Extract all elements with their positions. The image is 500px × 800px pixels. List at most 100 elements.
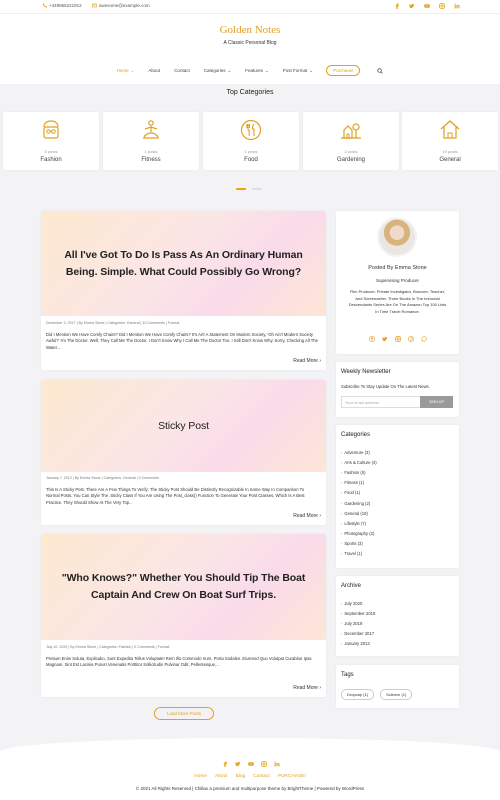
widget-title: Archive [341, 583, 362, 589]
site-tagline: A Classic Personal Blog [223, 40, 277, 46]
fashion-icon [39, 118, 63, 142]
phone-number: +449955221912 [49, 3, 82, 8]
list-item[interactable]: › Gardening (2) [341, 498, 377, 508]
list-item[interactable]: › Travel (1) [341, 549, 377, 559]
list-item[interactable]: › Photography (2) [341, 529, 377, 539]
category-count: 1 posts [144, 149, 158, 154]
nav-item-home[interactable]: Home ⌄ [110, 68, 142, 74]
post-featured-area[interactable]: Sticky Post [41, 380, 326, 472]
facebook-icon[interactable] [221, 760, 228, 767]
category-card-fashion[interactable]: 5 posts Fashion [3, 112, 99, 170]
carousel-dot[interactable] [236, 188, 246, 190]
author-bio: Film Producer, Private Investigator, Bou… [348, 289, 447, 314]
twitter-icon[interactable] [381, 335, 388, 342]
instagram-icon[interactable] [438, 2, 445, 9]
category-card-fitness[interactable]: 1 posts Fitness [103, 112, 199, 170]
whatsapp-icon[interactable] [420, 335, 427, 342]
read-more-link[interactable]: Read More › [293, 685, 321, 691]
youtube-icon[interactable] [247, 760, 254, 767]
archive-list: › July 2020 › September 2019 › July 2019 › D… [341, 598, 375, 649]
footer-link-about[interactable]: About [215, 774, 228, 779]
post-title[interactable]: "Who Knows?" Whether You Should Tip The … [61, 570, 306, 604]
footer-link-purchase[interactable]: PURCHASE! [278, 774, 306, 779]
archive-widget: Archive › July 2020 › September 2019 › July… [336, 576, 459, 656]
chevron-right-icon: › [341, 459, 343, 465]
facebook-icon[interactable] [368, 335, 375, 342]
facebook-icon[interactable] [393, 2, 400, 9]
list-item[interactable]: › Lifestyle (7) [341, 518, 377, 528]
nav-item-categories[interactable]: Categories ⌄ [197, 68, 239, 74]
instagram-icon[interactable] [260, 760, 267, 767]
food-icon [239, 118, 263, 142]
post-card: "Who Knows?" Whether You Should Tip The … [41, 534, 326, 697]
chevron-right-icon: › [341, 449, 343, 455]
category-name: Fashion [40, 157, 62, 163]
list-item[interactable]: › July 2019 [341, 618, 375, 628]
chevron-right-icon: › [319, 513, 321, 519]
site-title[interactable]: Golden Notes [0, 24, 500, 36]
post-excerpt: Pretium Enim Soluta, Explicabo, Sunt Exp… [46, 656, 312, 668]
twitter-icon[interactable] [234, 760, 241, 767]
category-card-food[interactable]: 1 posts Food [203, 112, 299, 170]
category-list: › Adventure (3) › Arts & Culture (4) › Fash… [341, 447, 377, 559]
chevron-right-icon: › [341, 469, 343, 475]
nav-item-features[interactable]: Features ⌄ [238, 68, 276, 74]
list-item[interactable]: › Fitness (1) [341, 478, 377, 488]
phone-contact[interactable]: +449955221912 [42, 3, 82, 8]
sign-up-button[interactable]: SIGN UP [420, 396, 453, 408]
chevron-right-icon: › [341, 500, 343, 506]
footer-nav: Home About Blog Contact PURCHASE! [0, 774, 500, 779]
footer-link-home[interactable]: Home [194, 774, 207, 779]
list-item[interactable]: › July 2020 [341, 598, 375, 608]
category-name: General [439, 157, 461, 163]
tag-dropcap[interactable]: Dropcap (1) [341, 689, 375, 700]
nav-item-contact[interactable]: Contact [167, 68, 197, 73]
twitter-icon[interactable] [408, 2, 415, 9]
list-item[interactable]: › Fashion (5) [341, 467, 377, 477]
chevron-right-icon: › [341, 620, 343, 626]
nav-item-about[interactable]: About [141, 68, 167, 73]
instagram-icon[interactable] [394, 335, 401, 342]
category-count: 19 posts [442, 149, 458, 154]
category-card-gardening[interactable]: 2 posts Gardening [303, 112, 399, 170]
category-card-general[interactable]: 19 posts General [402, 112, 498, 170]
post-title[interactable]: Sticky Post [158, 418, 209, 435]
post-meta: January 7, 2012 | By Emma Stone | Catego… [46, 476, 160, 480]
post-featured-area[interactable]: "Who Knows?" Whether You Should Tip The … [41, 534, 326, 640]
list-item[interactable]: › January 2013 [341, 639, 375, 649]
read-more-link[interactable]: Read More › [293, 513, 321, 519]
list-item[interactable]: › December 2017 [341, 629, 375, 639]
main-nav: Home ⌄ About Contact Categories ⌄ Features… [0, 65, 500, 76]
load-more-button[interactable]: Load More Posts [154, 707, 214, 720]
list-item[interactable]: › Adventure (3) [341, 447, 377, 457]
email-address: awesome@example.com [99, 3, 150, 8]
footer-link-contact[interactable]: Contact [253, 774, 270, 779]
list-item[interactable]: › General (19) [341, 508, 377, 518]
newsletter-widget: Weekly Newsletter Subscribe To Stay Upda… [336, 362, 459, 417]
footer-link-blog[interactable]: Blog [236, 774, 246, 779]
post-title[interactable]: All I've Got To Do Is Pass As An Ordinar… [61, 247, 306, 281]
tag-science[interactable]: Science (1) [380, 689, 413, 700]
youtube-icon[interactable] [423, 2, 430, 9]
read-more-link[interactable]: Read More › [293, 358, 321, 364]
post-featured-area[interactable]: All I've Got To Do Is Pass As An Ordinar… [41, 211, 326, 316]
topbar-social [393, 2, 460, 9]
linkedin-icon[interactable] [453, 2, 460, 9]
category-name: Food [244, 157, 258, 163]
author-widget: Posted By Emma Stone Supervising Produce… [336, 211, 459, 354]
linkedin-icon[interactable] [273, 760, 280, 767]
list-item[interactable]: › September 2019 [341, 608, 375, 618]
search-icon[interactable] [370, 67, 390, 74]
nav-item-post-format[interactable]: Post Format ⌄ [276, 68, 320, 74]
chevron-right-icon: › [319, 685, 321, 691]
email-field[interactable]: Your email address [341, 396, 421, 408]
list-item[interactable]: › Food (1) [341, 488, 377, 498]
purchase-button[interactable]: Purchase! [326, 65, 361, 76]
list-item[interactable]: › Arts & Culture (4) [341, 457, 377, 467]
list-item[interactable]: › Sports (3) [341, 539, 377, 549]
carousel-dot[interactable] [252, 188, 262, 190]
pinterest-icon[interactable] [407, 335, 414, 342]
email-contact[interactable]: awesome@example.com [92, 3, 150, 8]
post-card: Sticky Post January 7, 2012 | By Emma St… [41, 380, 326, 525]
post-card: All I've Got To Do Is Pass As An Ordinar… [41, 211, 326, 370]
